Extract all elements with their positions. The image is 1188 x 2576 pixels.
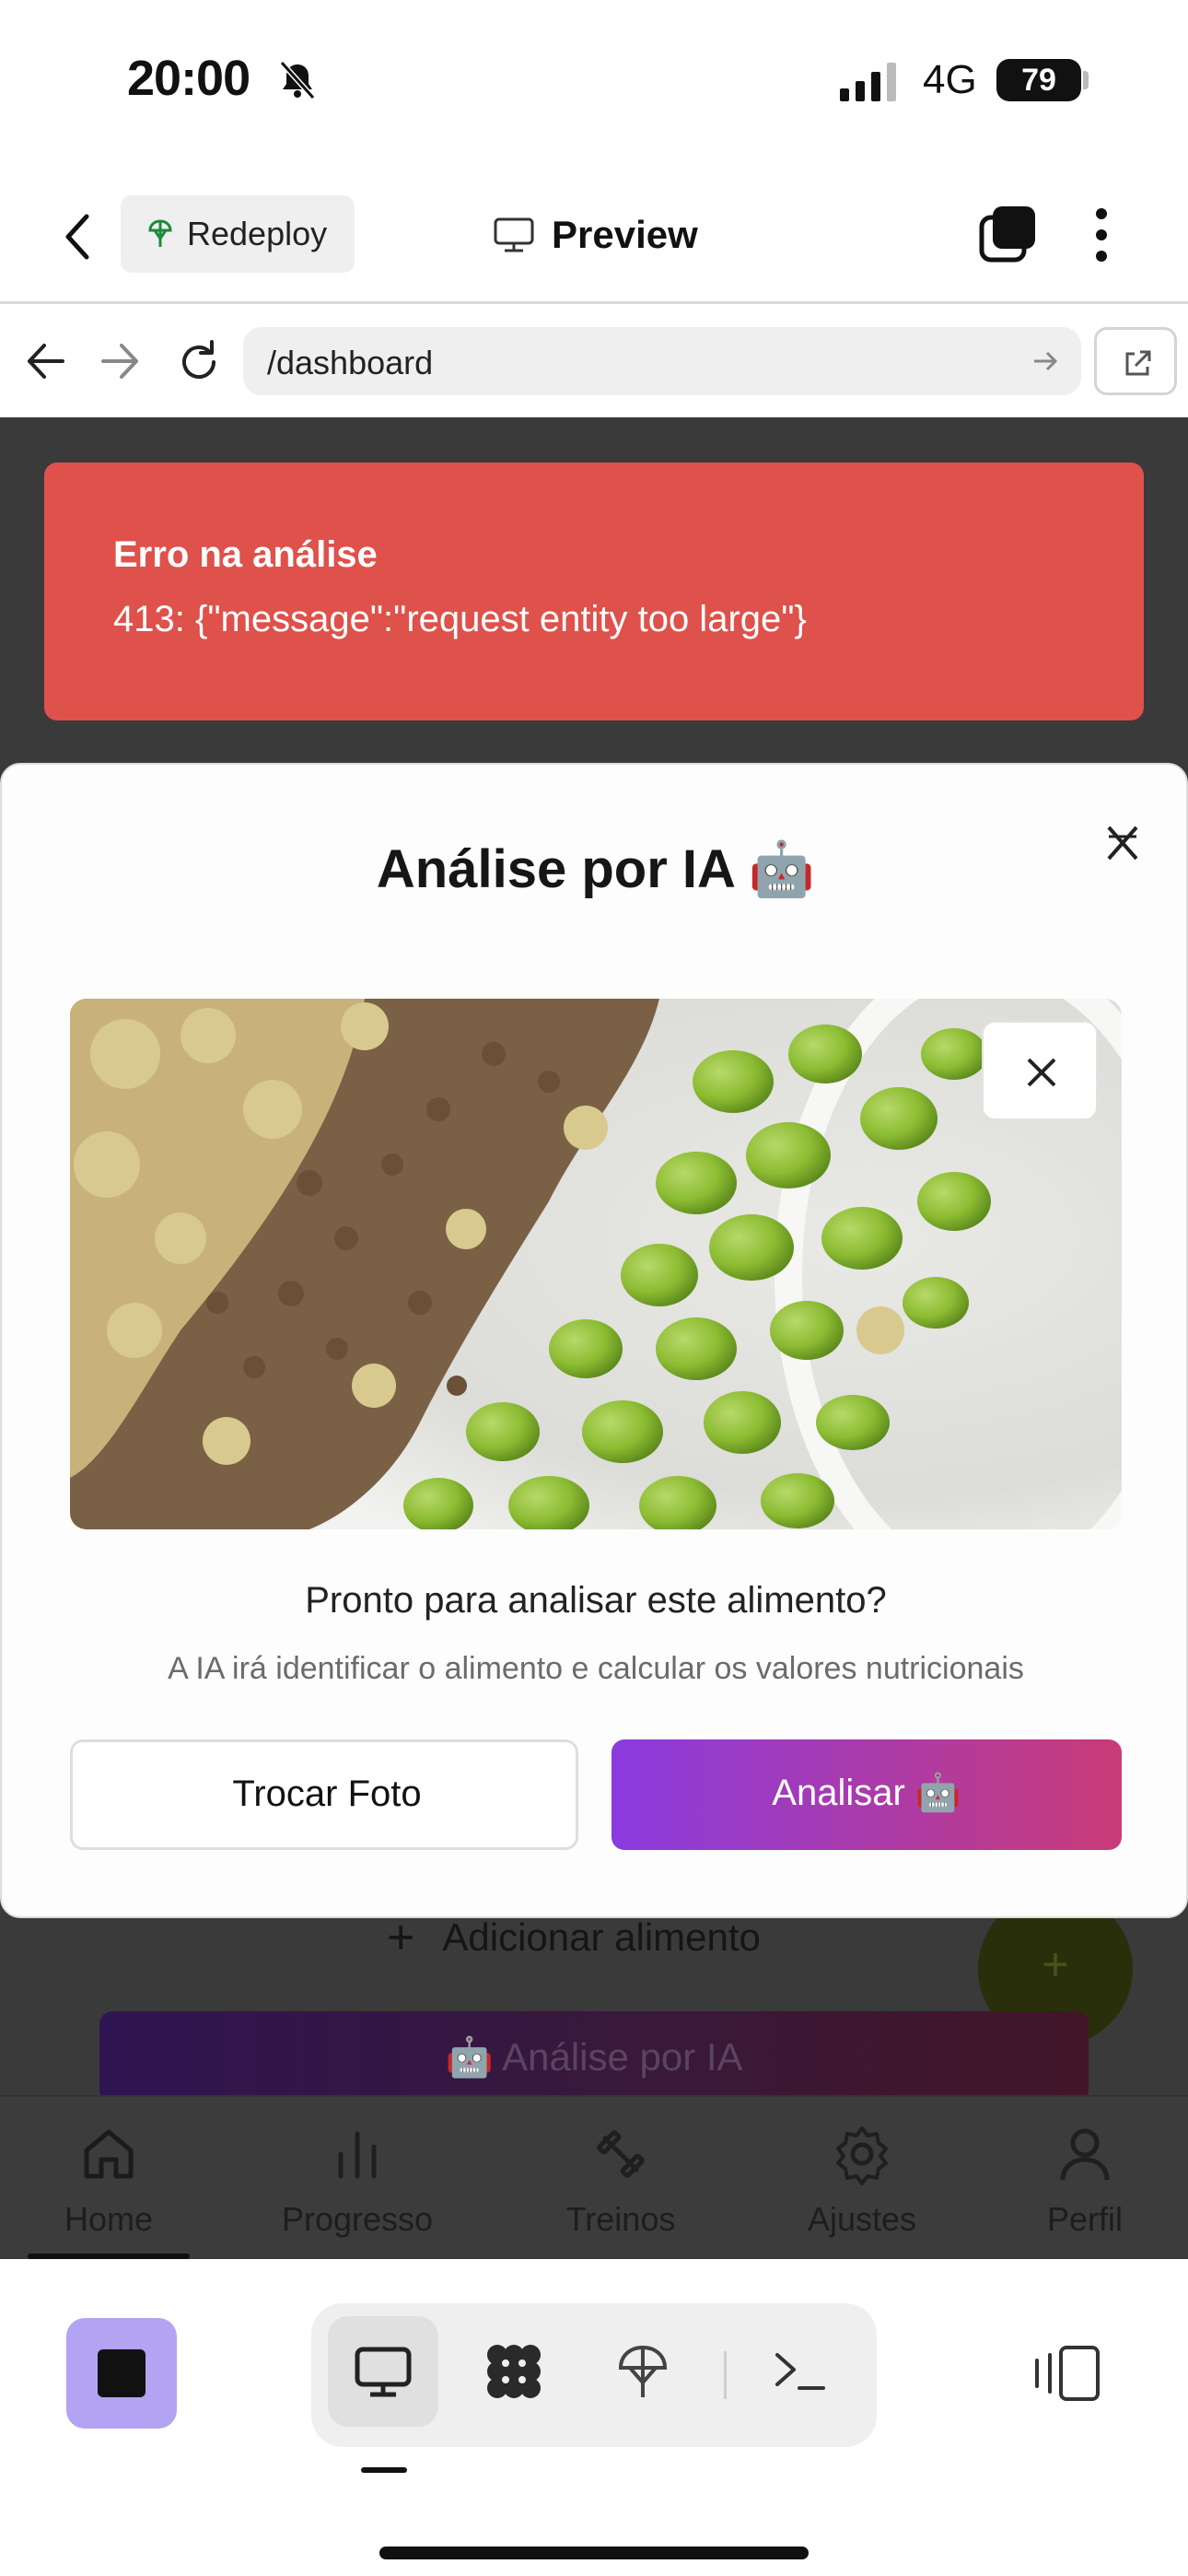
analyze-button[interactable]: Analisar 🤖 <box>611 1739 1122 1850</box>
close-icon[interactable] <box>1100 818 1146 870</box>
tool-divider <box>724 2351 727 2399</box>
nav-item-treinos[interactable]: Treinos <box>529 2097 713 2261</box>
gear-icon <box>836 2126 888 2185</box>
nav-item-ajustes[interactable]: Ajustes <box>770 2097 954 2261</box>
preview-title: Preview <box>493 203 698 267</box>
monitor-icon <box>355 2347 412 2397</box>
stop-button[interactable] <box>66 2318 177 2429</box>
home-indicator <box>379 2547 809 2559</box>
external-link-icon <box>1125 350 1151 376</box>
ai-analysis-banner[interactable]: 🤖 Análise por IA <box>99 2011 1089 2103</box>
status-time: 20:00 <box>127 51 250 106</box>
ready-text: Pronto para analisar este alimento? <box>305 1580 887 1621</box>
nav-label-home: Home <box>64 2200 154 2238</box>
bottom-nav: Home Progresso Treinos Ajustes Perfil <box>0 2095 1188 2259</box>
toast-message: 413: {"message":"request entity too larg… <box>113 599 807 639</box>
browser-bar: /dashboard <box>0 307 1188 417</box>
toast-title: Erro na análise <box>113 534 378 575</box>
add-food-button[interactable]: + Adicionar alimento <box>387 1910 761 1965</box>
swap-photo-label: Trocar Foto <box>232 1774 422 1814</box>
signal-icon <box>840 63 896 101</box>
hint-text: A IA irá identificar o alimento e calcul… <box>168 1651 1024 1686</box>
tool-shell[interactable] <box>744 2316 855 2427</box>
grid-blob-icon <box>487 2345 541 2398</box>
nav-label-ajustes: Ajustes <box>807 2200 917 2238</box>
network-type: 4G <box>923 57 977 102</box>
bell-slash-icon <box>279 60 316 100</box>
dumbbell-icon <box>597 2130 645 2178</box>
bottom-toolbar <box>0 2259 1188 2576</box>
user-icon <box>1060 2128 1110 2181</box>
more-vertical-icon[interactable] <box>1092 206 1111 263</box>
url-text: /dashboard <box>267 344 434 381</box>
split-view-icon[interactable] <box>1031 2344 1101 2403</box>
status-bar: 20:00 4G 79 <box>0 0 1188 166</box>
stop-icon <box>98 2349 146 2397</box>
go-arrow-icon[interactable] <box>1031 347 1059 375</box>
arrow-right-icon[interactable] <box>98 340 144 382</box>
error-toast: Erro na análise 413: {"message":"request… <box>44 463 1144 720</box>
add-food-label: Adicionar alimento <box>442 1915 761 1959</box>
plus-icon: + <box>387 1911 415 1964</box>
bar-chart-icon <box>338 2131 377 2179</box>
app-header: Redeploy Preview <box>0 175 1188 304</box>
redeploy-label: Redeploy <box>187 215 328 252</box>
analyze-label: Analisar 🤖 <box>772 1773 961 1813</box>
battery-tip <box>1083 71 1089 89</box>
url-field[interactable]: /dashboard <box>243 327 1081 395</box>
tool-active-underline <box>361 2467 407 2473</box>
open-external-button[interactable] <box>1094 327 1177 395</box>
monitor-icon <box>494 217 534 252</box>
chevron-left-icon[interactable] <box>57 209 98 264</box>
tool-group <box>311 2303 877 2447</box>
ai-banner-label: 🤖 Análise por IA <box>445 2035 743 2078</box>
preview-label: Preview <box>552 213 698 256</box>
deploy-icon <box>618 2345 668 2397</box>
swap-photo-button[interactable]: Trocar Foto <box>70 1739 578 1850</box>
remove-photo-button[interactable] <box>982 1021 1098 1120</box>
fab-plus-icon: + <box>1042 1938 1069 1990</box>
reload-icon[interactable] <box>175 338 223 386</box>
nav-item-progresso[interactable]: Progresso <box>265 2097 449 2261</box>
close-icon <box>1027 1058 1056 1087</box>
redeploy-button[interactable]: Redeploy <box>121 195 355 273</box>
tool-deploy[interactable] <box>588 2316 698 2427</box>
ai-analysis-modal: Análise por IA 🤖 Pronto para analisar es… <box>0 763 1188 1918</box>
home-icon <box>84 2129 134 2179</box>
nav-item-home[interactable]: Home <box>17 2097 201 2261</box>
tool-preview[interactable] <box>328 2316 438 2427</box>
deploy-icon <box>148 219 172 247</box>
terminal-icon <box>775 2353 825 2390</box>
nav-label-perfil: Perfil <box>1046 2200 1124 2238</box>
nav-label-treinos: Treinos <box>565 2200 676 2238</box>
nav-label-progresso: Progresso <box>281 2200 434 2238</box>
battery-indicator: 79 <box>996 59 1081 101</box>
tool-integrations[interactable] <box>459 2316 569 2427</box>
modal-title: Análise por IA 🤖 <box>376 839 816 899</box>
nav-item-perfil[interactable]: Perfil <box>993 2097 1177 2261</box>
tabs-icon[interactable] <box>978 205 1037 263</box>
arrow-left-icon[interactable] <box>22 340 68 382</box>
food-photo <box>70 999 1122 1529</box>
